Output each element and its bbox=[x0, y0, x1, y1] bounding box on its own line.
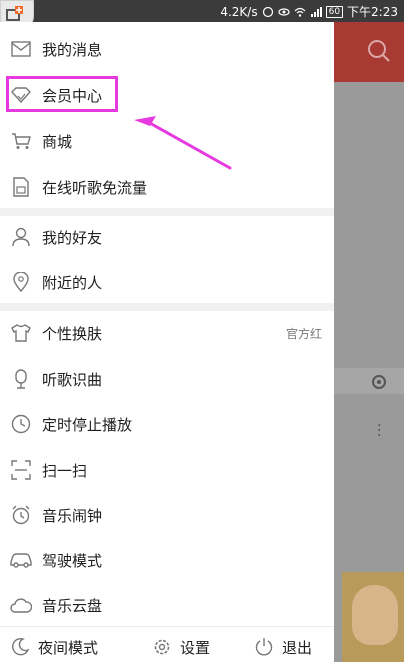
menu-item-my-friends[interactable]: 我的好友 bbox=[0, 214, 334, 260]
bottom-divider bbox=[0, 626, 334, 627]
menu-label: 在线听歌免流量 bbox=[42, 178, 148, 197]
location-pin-icon bbox=[10, 271, 32, 293]
eye-icon bbox=[277, 6, 290, 18]
settings-button[interactable]: 设置 bbox=[152, 637, 210, 658]
menu-label: 扫一扫 bbox=[42, 461, 88, 480]
alarm-icon bbox=[10, 504, 32, 526]
menu-label: 我的好友 bbox=[42, 228, 103, 247]
night-mode-button[interactable]: 夜间模式 bbox=[10, 637, 98, 658]
settings-label: 设置 bbox=[180, 638, 211, 657]
menu-item-music-cloud[interactable]: 音乐云盘 bbox=[0, 582, 334, 628]
battery-level: 60 bbox=[325, 5, 344, 18]
alarm-status-icon bbox=[262, 6, 274, 18]
menu-label: 音乐闹钟 bbox=[42, 506, 103, 525]
person-icon bbox=[10, 226, 32, 248]
menu-label: 我的消息 bbox=[42, 40, 103, 59]
search-icon bbox=[368, 40, 390, 62]
microphone-icon bbox=[10, 368, 32, 390]
menu-label: 个性换肤 bbox=[42, 324, 103, 343]
sim-card-icon bbox=[10, 176, 32, 198]
current-theme-value: 官方红 bbox=[285, 326, 322, 341]
wifi-icon bbox=[294, 6, 306, 18]
drawer-bottom-bar: 夜间模式 设置 退出 bbox=[0, 632, 334, 662]
menu-label: 音乐云盘 bbox=[42, 596, 103, 615]
exit-label: 退出 bbox=[282, 638, 313, 657]
menu-item-music-alarm[interactable]: 音乐闹钟 bbox=[0, 492, 334, 538]
menu-label: 商城 bbox=[42, 132, 73, 151]
menu-item-my-messages[interactable]: 我的消息 bbox=[0, 26, 334, 72]
exit-button[interactable]: 退出 bbox=[254, 637, 312, 658]
menu-item-song-recognition[interactable]: 听歌识曲 bbox=[0, 356, 334, 402]
menu-item-theme[interactable]: 个性换肤 官方红 bbox=[0, 310, 334, 356]
clock-icon bbox=[10, 413, 32, 435]
menu-label: 定时停止播放 bbox=[42, 415, 133, 434]
annotation-arrow bbox=[134, 116, 232, 170]
menu-label: 听歌识曲 bbox=[42, 370, 103, 389]
network-speed: 4.2K/s bbox=[220, 4, 258, 19]
mail-icon bbox=[10, 38, 32, 60]
background-thumbnail-art bbox=[352, 585, 398, 645]
menu-item-nearby-people[interactable]: 附近的人 bbox=[0, 259, 334, 305]
signal-icon bbox=[310, 6, 322, 18]
power-icon bbox=[255, 638, 273, 656]
moon-icon bbox=[12, 637, 30, 656]
status-bar: 4.2K/s 60 下午2:23 bbox=[0, 0, 404, 22]
menu-item-scan[interactable]: 扫一扫 bbox=[0, 447, 334, 493]
tshirt-icon bbox=[10, 322, 32, 344]
menu-label: 附近的人 bbox=[42, 273, 103, 292]
more-options-icon: · · · bbox=[377, 418, 382, 444]
gear-icon bbox=[154, 639, 170, 655]
menu-item-driving-mode[interactable]: 驾驶模式 bbox=[0, 537, 334, 583]
gear-icon bbox=[372, 375, 386, 389]
annotation-highlight-box bbox=[6, 76, 118, 112]
menu-label: 驾驶模式 bbox=[42, 551, 103, 570]
night-mode-label: 夜间模式 bbox=[38, 638, 99, 657]
cloud-icon bbox=[10, 594, 32, 616]
scan-icon bbox=[10, 459, 32, 481]
status-time: 下午2:23 bbox=[347, 5, 398, 19]
cart-icon bbox=[10, 130, 32, 152]
car-icon bbox=[10, 549, 32, 571]
menu-item-sleep-timer[interactable]: 定时停止播放 bbox=[0, 401, 334, 447]
